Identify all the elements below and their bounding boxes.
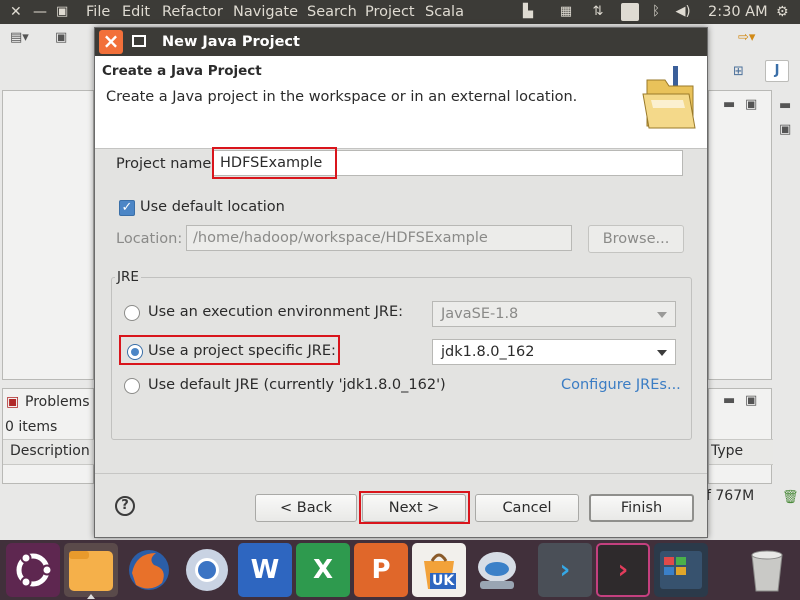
menu-file[interactable]: File [86, 0, 110, 24]
jre-default-radio[interactable] [124, 378, 140, 394]
jre-execution-environment-radio[interactable] [124, 305, 140, 321]
wps-writer-icon[interactable]: W [238, 543, 292, 597]
jre-default-label[interactable]: Use default JRE (currently 'jdk1.8.0_162… [148, 377, 446, 393]
indicator-applet-icon[interactable]: ▙ [518, 3, 538, 21]
trash-icon[interactable] [740, 543, 794, 597]
close-window-icon[interactable]: ✕ [10, 0, 22, 24]
problems-count: 0 items [5, 419, 58, 435]
menu-search[interactable]: Search [307, 0, 357, 24]
garbage-collect-icon[interactable]: 🗑 [782, 488, 799, 508]
maximize-view-icon[interactable]: ▣ [745, 95, 757, 115]
banner-title: Create a Java Project [102, 63, 262, 79]
highlight-jre-specific [119, 335, 340, 365]
problems-header-row-right: Type [709, 439, 773, 465]
jre-group-label: JRE [115, 269, 141, 285]
use-default-location-label[interactable]: Use default location [140, 199, 285, 215]
problems-header-row: Description [3, 439, 95, 465]
finish-button[interactable]: Finish [589, 494, 694, 522]
chromium-icon[interactable] [180, 543, 234, 597]
jre-specific-select[interactable]: jdk1.8.0_162 [432, 339, 676, 365]
launcher-dock: W X P UK › › [0, 540, 800, 600]
maximize-icon[interactable] [132, 35, 146, 47]
files-app-icon[interactable] [64, 543, 118, 599]
package-explorer-view [2, 90, 94, 380]
minimize-problems-icon[interactable]: ▬ [723, 391, 735, 411]
calendar-indicator-icon[interactable]: ▦ [556, 3, 576, 21]
browse-button[interactable]: Browse... [588, 225, 684, 253]
amazon-uk-badge: UK [430, 573, 457, 589]
dialog-titlebar[interactable]: × New Java Project [95, 28, 707, 56]
forward-nav-icon[interactable]: ⇨▾ [738, 28, 755, 48]
column-type[interactable]: Type [711, 443, 743, 459]
clock[interactable]: 2:30 AM [708, 0, 768, 24]
wps-spreadsheets-icon[interactable]: X [296, 543, 350, 597]
cancel-button[interactable]: Cancel [475, 494, 579, 522]
minimize-view-icon[interactable]: ▬ [723, 95, 735, 115]
highlight-project-name [212, 147, 337, 179]
java-perspective-icon[interactable]: J [765, 60, 789, 82]
problems-tab-title[interactable]: Problems [25, 394, 90, 410]
banner-description: Create a Java project in the workspace o… [106, 89, 578, 105]
location-input[interactable]: /home/hadoop/workspace/HDFSExample [186, 225, 572, 251]
minimize-side-icon[interactable]: ▬ [779, 96, 791, 116]
use-default-location-checkbox[interactable]: ✓ [119, 200, 135, 216]
software-center-icon[interactable]: UK [412, 543, 466, 597]
jre-environment-value: JavaSE-1.8 [441, 306, 519, 322]
new-wizard-icon[interactable]: ▤▾ [10, 28, 29, 48]
workspace-switcher-icon[interactable] [654, 543, 708, 597]
configure-jres-link[interactable]: Configure JREs... [561, 377, 681, 393]
menu-project[interactable]: Project [365, 0, 415, 24]
open-perspective-icon[interactable]: ⊞ [733, 62, 744, 82]
menu-edit[interactable]: Edit [122, 0, 150, 24]
problems-view-right: ▬ ▣ Type [708, 388, 773, 484]
problems-view-left: ▣ Problems 0 items Description [2, 388, 95, 484]
restore-side-icon[interactable]: ▣ [779, 120, 791, 140]
jre-specific-value: jdk1.8.0_162 [441, 344, 535, 360]
project-name-label: Project name: [116, 156, 217, 172]
minimize-window-icon[interactable]: — [33, 0, 47, 24]
help-icon[interactable]: ? [115, 496, 135, 516]
menu-scala[interactable]: Scala [425, 0, 464, 24]
menu-navigate[interactable]: Navigate [233, 0, 298, 24]
chevron-down-icon [657, 312, 667, 318]
running-indicator-icon [87, 594, 95, 599]
power-gear-icon[interactable]: ⚙ [776, 0, 789, 24]
maximize-problems-icon[interactable]: ▣ [745, 391, 757, 411]
dialog-title: New Java Project [162, 34, 300, 50]
back-button[interactable]: < Back [255, 494, 357, 522]
wps-presentation-icon[interactable]: P [354, 543, 408, 597]
bluetooth-icon[interactable]: ᛒ [648, 3, 664, 21]
ubuntu-logo-icon[interactable] [6, 543, 60, 597]
remote-desktop-icon[interactable] [470, 543, 524, 597]
problems-icon: ▣ [6, 394, 20, 410]
volume-icon[interactable]: ◀) [675, 3, 691, 21]
java-project-folder-icon [642, 66, 696, 129]
restore-window-icon[interactable]: ▣ [56, 0, 68, 24]
vscode-arrow-icon[interactable]: › [538, 543, 592, 597]
keyboard-layout-indicator[interactable]: Zh [621, 3, 640, 21]
terminal-icon[interactable]: › [596, 543, 650, 597]
heap-status[interactable]: f 767M [706, 488, 754, 504]
outline-view: ▬ ▣ [708, 90, 772, 380]
wizard-banner: Create a Java Project Create a Java proj… [95, 56, 707, 149]
close-icon[interactable]: × [99, 30, 123, 54]
jre-environment-select[interactable]: JavaSE-1.8 [432, 301, 676, 327]
menu-refactor[interactable]: Refactor [162, 0, 223, 24]
column-description[interactable]: Description [10, 443, 90, 459]
chevron-down-icon [657, 350, 667, 356]
button-bar-separator [95, 473, 707, 474]
save-icon[interactable]: ▣ [55, 28, 67, 48]
location-label: Location: [116, 231, 183, 247]
highlight-next [359, 491, 470, 524]
network-transfer-icon[interactable]: ⇅ [588, 3, 608, 21]
top-panel: ✕ — ▣ File Edit Refactor Navigate Search… [0, 0, 800, 24]
jre-execution-environment-label[interactable]: Use an execution environment JRE: [148, 304, 403, 320]
firefox-icon[interactable] [122, 543, 176, 597]
new-java-project-dialog: × New Java Project Create a Java Project… [94, 27, 708, 538]
